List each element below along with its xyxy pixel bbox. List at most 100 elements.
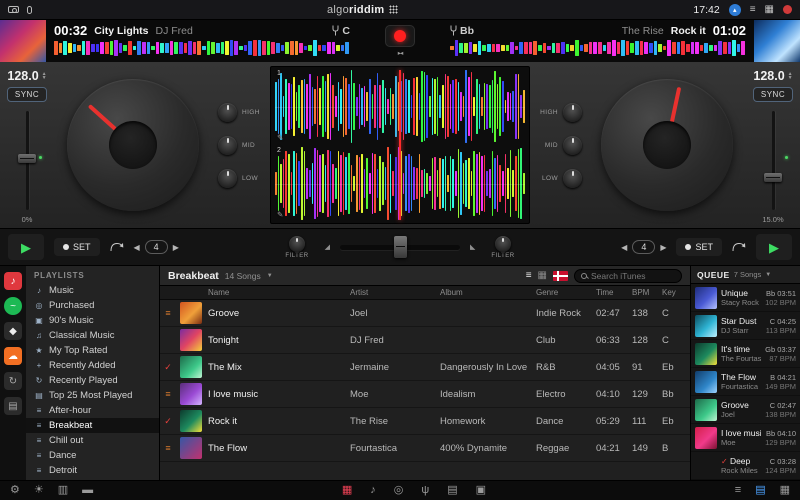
table-row[interactable]: The Flow Fourtastica 400% Dynamite Regga… xyxy=(160,435,690,462)
tidal-icon[interactable]: ◆ xyxy=(4,322,22,340)
eq-knob[interactable] xyxy=(563,169,582,188)
playlist-item[interactable]: ◎ Purchased xyxy=(26,298,159,313)
deck-b-sync-button[interactable]: SYNC xyxy=(753,87,793,102)
column-bpm[interactable]: BPM xyxy=(632,288,662,297)
playlist-item[interactable]: ▣ 90's Music xyxy=(26,313,159,328)
edit-beatgrid-icon[interactable]: ✎ xyxy=(277,133,283,142)
update-icon[interactable]: ▴ xyxy=(729,4,741,16)
table-row[interactable]: Tonight DJ Fred Club 06:33 128 C xyxy=(160,327,690,354)
loop-beats-value[interactable]: 4 xyxy=(632,240,655,254)
column-album[interactable]: Album xyxy=(440,288,536,297)
record-indicator-icon[interactable] xyxy=(783,5,792,14)
skip-back-icon[interactable]: ◀ xyxy=(621,243,627,252)
eq-knob[interactable] xyxy=(563,136,582,155)
loop-beats-value[interactable]: 4 xyxy=(145,240,168,254)
playlist-item[interactable]: ≡ After-hour xyxy=(26,403,159,418)
itunes-icon[interactable]: ♪ xyxy=(4,272,22,290)
column-key[interactable]: Key xyxy=(662,288,686,297)
deck-b-cue-set-button[interactable]: SET xyxy=(676,238,722,256)
spotify-icon[interactable]: ~ xyxy=(4,297,22,315)
playlist-item[interactable]: ≡ Dance xyxy=(26,448,159,463)
mixer-panel-icon[interactable]: ▥ xyxy=(58,485,68,496)
camera-status-icon[interactable] xyxy=(8,6,19,13)
microphone-icon[interactable]: ψ xyxy=(421,485,429,496)
brightness-icon[interactable]: ☀ xyxy=(34,485,44,496)
pitch-handle[interactable] xyxy=(764,173,782,182)
queue-item[interactable]: I love music Moe Bb 04:10 129 BPM xyxy=(691,424,800,452)
song-list-icon[interactable]: ≡ xyxy=(735,485,741,496)
playlist-item[interactable]: ♫ Classical Music xyxy=(26,328,159,343)
queue-item[interactable]: Groove Joel C 02:47 138 BPM xyxy=(691,396,800,424)
decks-icon[interactable]: ◎ xyxy=(394,485,404,496)
deck-b-cue-jump-icon[interactable] xyxy=(732,242,746,252)
chevron-down-icon[interactable]: ▼ xyxy=(765,272,771,278)
fader-curve-left-icon[interactable]: ◢ xyxy=(325,243,330,251)
queue-item[interactable]: Unique Stacy Rock Bb 03:51 102 BPM xyxy=(691,284,800,312)
mic-status-icon[interactable] xyxy=(27,6,32,14)
eq-knob[interactable] xyxy=(218,136,237,155)
playlist-item[interactable]: ≡ Breakbeat xyxy=(26,418,159,433)
eq-knob[interactable] xyxy=(218,169,237,188)
column-name[interactable]: Name xyxy=(206,288,350,297)
queue-item[interactable]: Deep Rock Miles C 03:28 124 BPM xyxy=(691,452,800,480)
music-note-icon[interactable]: ♪ xyxy=(370,485,376,496)
deck-a-overview-waveform[interactable] xyxy=(54,40,350,56)
deck-b-jog-wheel[interactable] xyxy=(601,79,733,211)
deck-a-filter-knob[interactable] xyxy=(289,236,305,252)
deck-b-overview-waveform[interactable] xyxy=(450,40,746,56)
table-row[interactable]: Rock it The Rise Homework Dance 05:29 11… xyxy=(160,408,690,435)
menu-grid-icon[interactable]: ▦ xyxy=(765,5,774,15)
table-row[interactable]: The Mix Jermaine Dangerously In Love R&B… xyxy=(160,354,690,381)
pitch-handle[interactable] xyxy=(18,154,36,163)
table-row[interactable] xyxy=(160,462,690,480)
playlist-item[interactable]: ♪ Music xyxy=(26,283,159,298)
deck-b-filter-knob[interactable] xyxy=(495,236,511,252)
folder-icon[interactable]: ▤ xyxy=(447,485,457,496)
library-icon[interactable]: ▦ xyxy=(342,485,352,496)
local-files-icon[interactable]: ▤ xyxy=(4,397,22,415)
playlist-item[interactable]: + Recently Added xyxy=(26,358,159,373)
playlist-item[interactable]: ≡ Chill out xyxy=(26,433,159,448)
queue-item[interactable]: It's time The Fourtastica Gb 03:37 87 BP… xyxy=(691,340,800,368)
grid-view-icon[interactable]: ▦ xyxy=(780,485,790,496)
column-artist[interactable]: Artist xyxy=(350,288,440,297)
playlist-item[interactable]: ★ My Top Rated xyxy=(26,343,159,358)
deck-b-play-button[interactable]: ▶ xyxy=(756,234,792,260)
keyboard-icon[interactable]: ▬ xyxy=(82,485,93,496)
fader-curve-right-icon[interactable]: ◣ xyxy=(470,243,475,251)
deck-b-pitch-slider[interactable] xyxy=(762,109,784,212)
edit-beatgrid-icon[interactable]: ✎ xyxy=(277,210,283,219)
table-row[interactable]: I love music Moe Idealism Electro 04:10 … xyxy=(160,381,690,408)
queue-count[interactable]: 7 Songs xyxy=(734,270,762,279)
deck-a-cue-jump-icon[interactable] xyxy=(110,242,124,252)
history-icon[interactable]: ↻ xyxy=(4,372,22,390)
deck-a-sync-button[interactable]: SYNC xyxy=(7,87,47,102)
camera-icon[interactable]: ▣ xyxy=(476,485,486,496)
menu-list-icon[interactable]: ≡ xyxy=(750,5,756,15)
grid-view-icon[interactable]: ▦ xyxy=(538,271,547,281)
list-view-icon[interactable]: ≡ xyxy=(526,271,532,281)
crossfader-handle[interactable] xyxy=(394,236,407,258)
deck-a-pitch-slider[interactable] xyxy=(16,109,38,212)
settings-icon[interactable]: ⚙ xyxy=(10,485,20,496)
chevron-down-icon[interactable]: ▼ xyxy=(267,273,273,279)
eq-knob[interactable] xyxy=(563,103,582,122)
queue-item[interactable]: The Flow Fourtastica B 04:21 149 BPM xyxy=(691,368,800,396)
search-input[interactable] xyxy=(591,271,675,281)
queue-item[interactable]: Star Dust DJ Starr C 04:25 113 BPM xyxy=(691,312,800,340)
column-time[interactable]: Time xyxy=(596,288,632,297)
playlist-item[interactable]: ↻ Recently Played xyxy=(26,373,159,388)
waveform-panel[interactable]: 1 ✎ 2 ✎ xyxy=(270,66,530,224)
table-row[interactable]: Groove Joel Indie Rock 02:47 138 C xyxy=(160,300,690,327)
automix-icon[interactable]: ▸◂ xyxy=(398,49,403,57)
skip-forward-icon[interactable]: ▶ xyxy=(173,243,179,252)
record-button[interactable] xyxy=(385,25,415,47)
skip-back-icon[interactable]: ◀ xyxy=(134,243,140,252)
flag-icon[interactable] xyxy=(553,271,568,281)
crossfader[interactable] xyxy=(336,234,464,260)
deck-a-cue-set-button[interactable]: SET xyxy=(54,238,100,256)
soundcloud-icon[interactable]: ☁ xyxy=(4,347,22,365)
deck-a-play-button[interactable]: ▶ xyxy=(8,234,44,260)
playlist-item[interactable]: ▤ Top 25 Most Played xyxy=(26,388,159,403)
skip-forward-icon[interactable]: ▶ xyxy=(660,243,666,252)
